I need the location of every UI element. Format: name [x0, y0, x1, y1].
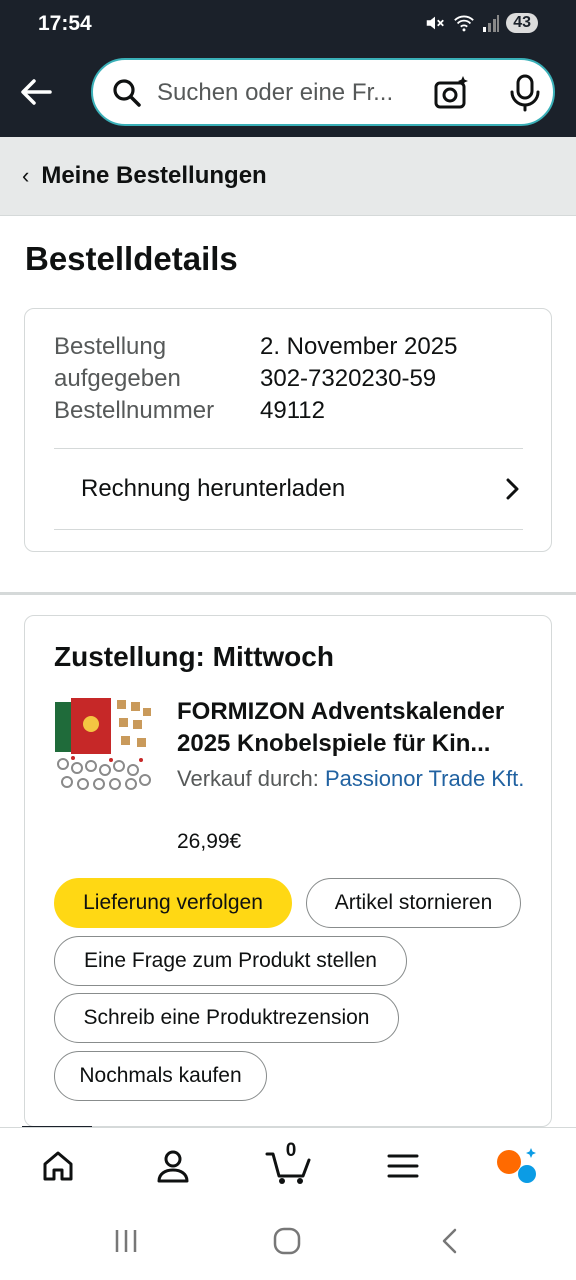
ask-question-button[interactable]: Eine Frage zum Produkt stellen: [54, 936, 407, 986]
microphone-icon[interactable]: [507, 74, 543, 112]
section-separator: [0, 592, 576, 595]
download-invoice-row[interactable]: Rechnung herunterladen: [54, 449, 523, 529]
wifi-icon: [454, 15, 475, 32]
back-arrow-icon[interactable]: [16, 72, 56, 112]
assistant-icon: [497, 1148, 536, 1183]
breadcrumb-label[interactable]: Meine Bestellungen: [41, 162, 266, 190]
search-icon: [113, 79, 141, 107]
buy-again-button[interactable]: Nochmals kaufen: [54, 1051, 267, 1101]
order-info-card: Bestellung aufgegeben 2. November 2025 B…: [24, 308, 552, 552]
write-review-button[interactable]: Schreib eine Produktrezension: [54, 993, 399, 1043]
product-image[interactable]: [53, 694, 153, 794]
home-icon: [43, 1151, 73, 1181]
divider: [54, 529, 523, 530]
nav-cart[interactable]: 0: [264, 1140, 314, 1188]
page-title: Bestelldetails: [25, 240, 238, 277]
nav-assistant[interactable]: [495, 1144, 539, 1188]
track-delivery-button[interactable]: Lieferung verfolgen: [54, 878, 292, 928]
signal-icon: [483, 15, 500, 32]
nav-home[interactable]: [36, 1144, 80, 1188]
search-input[interactable]: [157, 74, 415, 112]
camera-search-icon[interactable]: [433, 74, 471, 112]
user-icon: [157, 1150, 189, 1183]
chevron-left-icon: ‹: [22, 163, 30, 188]
home-button-icon[interactable]: [273, 1227, 301, 1255]
order-number-label: Bestellnummer: [54, 397, 215, 424]
delivery-title: Zustellung: Mittwoch: [54, 641, 334, 672]
product-title[interactable]: FORMIZON Adventskalender 2025 Knobelspie…: [177, 696, 532, 760]
seller-label: Verkauf durch:: [177, 766, 319, 791]
nav-account[interactable]: [151, 1144, 195, 1188]
system-back-icon[interactable]: [436, 1227, 464, 1255]
cancel-item-button[interactable]: Artikel stornieren: [306, 878, 521, 928]
search-header: [0, 50, 576, 137]
product-price: 26,99€: [177, 830, 242, 853]
status-bar: 17:54 43: [0, 0, 576, 50]
status-icons: 43: [424, 12, 538, 34]
breadcrumb[interactable]: ‹ Meine Bestellungen: [0, 137, 576, 216]
status-time: 17:54: [38, 12, 92, 35]
nav-menu[interactable]: [381, 1144, 425, 1188]
bottom-nav: 0: [0, 1127, 576, 1203]
seller-link[interactable]: Passionor Trade Kft.: [325, 766, 524, 791]
download-invoice-label[interactable]: Rechnung herunterladen: [81, 475, 345, 503]
chevron-right-icon: [506, 478, 519, 500]
menu-icon: [387, 1154, 419, 1178]
order-number-value: 302-7320230-5949112: [260, 365, 437, 424]
order-placed-label: Bestellung aufgegeben: [54, 333, 181, 392]
mute-icon: [426, 16, 445, 30]
delivery-card: Zustellung: Mittwoch FORMIZON Adventskal…: [24, 615, 552, 1127]
recent-apps-icon[interactable]: [112, 1227, 140, 1255]
cart-count: 0: [285, 1140, 297, 1161]
order-placed-value: 2. November 2025: [260, 333, 458, 360]
system-nav-bar: [0, 1203, 576, 1280]
seller-info: Verkauf durch: Passionor Trade Kft.: [177, 763, 532, 795]
battery-level: 43: [506, 13, 538, 33]
search-box[interactable]: [91, 58, 555, 126]
